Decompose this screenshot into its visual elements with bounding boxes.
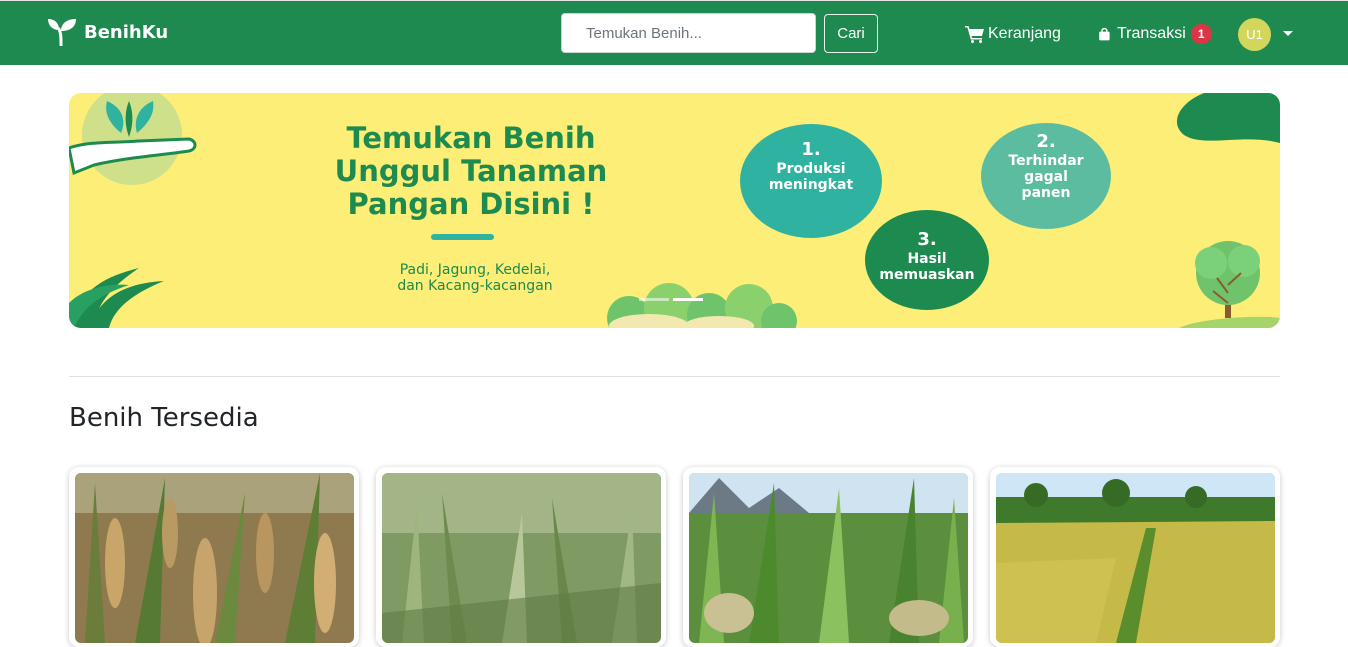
- step-label: memuaskan: [879, 267, 975, 283]
- step-number: 2.: [1036, 131, 1056, 152]
- product-image[interactable]: [996, 473, 1275, 643]
- carousel-indicator[interactable]: [639, 298, 669, 301]
- corner-blob-shape: [1176, 93, 1280, 143]
- transactions-link[interactable]: Transaksi 1: [1098, 23, 1212, 45]
- step-label: Terhindar: [1008, 153, 1084, 169]
- sprout-icon: [48, 19, 76, 46]
- transactions-count-badge: 1: [1190, 24, 1212, 44]
- user-avatar[interactable]: U1: [1238, 18, 1271, 51]
- carousel-indicators: [639, 298, 703, 301]
- shopping-bag-icon: [1099, 27, 1110, 41]
- banner-subtitle: Padi, Jagung, Kedelai, dan Kacang-kacang…: [325, 262, 625, 294]
- brand-link[interactable]: BenihKu: [46, 17, 168, 47]
- navbar: BenihKu Cari Keranjang Transaksi 1 U1: [0, 0, 1348, 65]
- step-3-text: 3. Hasil memuaskan: [867, 229, 987, 283]
- carousel-indicator-active[interactable]: [673, 298, 703, 301]
- transactions-label: Transaksi: [1117, 25, 1186, 42]
- search-input[interactable]: [561, 13, 816, 53]
- section-divider: [69, 376, 1280, 377]
- product-card[interactable]: [990, 467, 1280, 647]
- product-image[interactable]: [689, 473, 968, 643]
- step-2-text: 2. Terhindar gagal panen: [986, 131, 1106, 201]
- banner-title: Temukan Benih Unggul Tanaman Pangan Disi…: [301, 122, 641, 221]
- product-card[interactable]: [69, 467, 359, 647]
- cart-link[interactable]: Keranjang: [965, 23, 1061, 45]
- product-image[interactable]: [382, 473, 661, 643]
- product-card[interactable]: [683, 467, 973, 647]
- step-1-text: 1. Produksi meningkat: [750, 139, 872, 193]
- banner-subtitle-line: Padi, Jagung, Kedelai,: [399, 262, 551, 278]
- step-number: 1.: [801, 139, 821, 160]
- step-label: gagal: [1024, 169, 1068, 185]
- step-label: meningkat: [768, 177, 854, 193]
- hero-banner[interactable]: Temukan Benih Unggul Tanaman Pangan Disi…: [69, 93, 1280, 328]
- banner-illustration: [69, 93, 1280, 328]
- banner-title-line: Unggul Tanaman: [334, 154, 608, 188]
- search-button[interactable]: Cari: [824, 14, 878, 53]
- product-card[interactable]: [376, 467, 666, 647]
- step-label: panen: [1021, 185, 1071, 201]
- step-label: Produksi: [776, 161, 846, 177]
- brand-name: BenihKu: [84, 21, 169, 43]
- product-image[interactable]: [75, 473, 354, 643]
- title-underline: [431, 234, 494, 240]
- banner-title-line: Temukan Benih: [346, 121, 596, 155]
- cart-label: Keranjang: [988, 25, 1061, 42]
- section-title: Benih Tersedia: [69, 403, 259, 433]
- chevron-down-icon[interactable]: [1283, 31, 1293, 36]
- shopping-cart-icon: [965, 26, 984, 43]
- banner-title-line: Pangan Disini !: [347, 187, 595, 221]
- banner-subtitle-line: dan Kacang-kacangan: [397, 278, 553, 294]
- step-label: Hasil: [907, 251, 947, 267]
- step-number: 3.: [917, 229, 937, 250]
